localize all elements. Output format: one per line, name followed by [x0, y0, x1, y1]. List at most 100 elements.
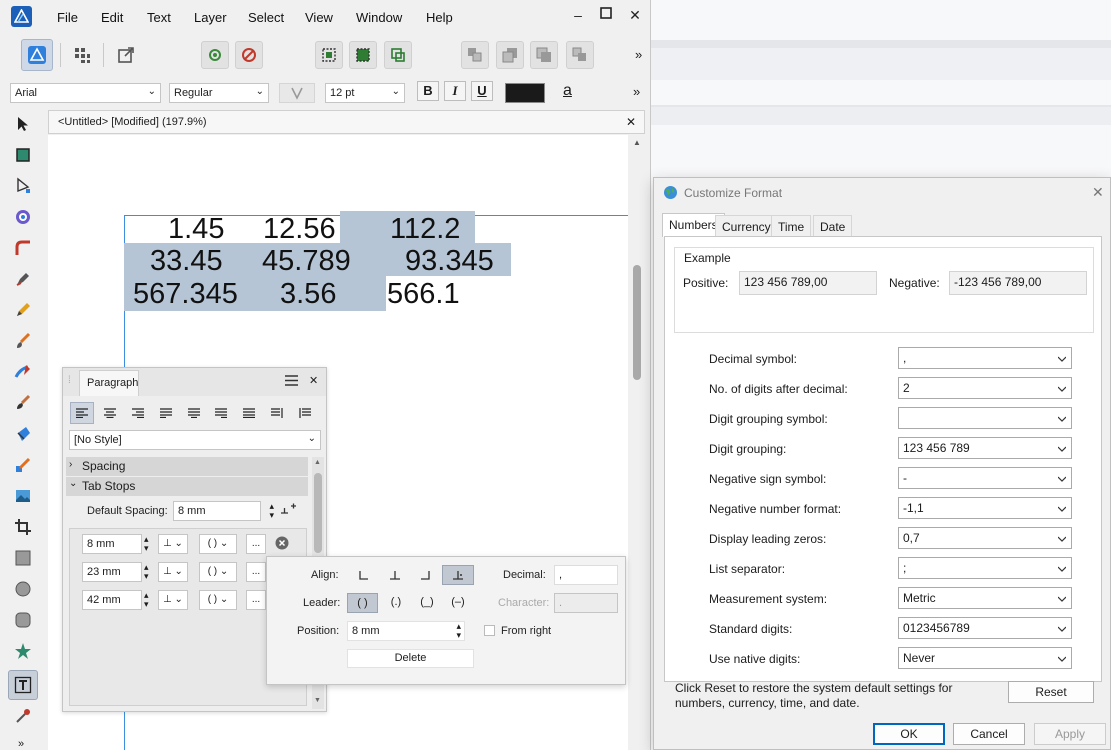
gradient-tool-icon[interactable] [11, 453, 35, 477]
move-tool-icon[interactable] [11, 112, 35, 136]
artboard-tool-icon[interactable] [11, 143, 35, 167]
default-spacing-field[interactable]: 8 mm ▴ ▾ [173, 501, 274, 521]
native-digits-select[interactable]: Never [898, 647, 1072, 669]
table-cell[interactable]: 567.345 [133, 278, 238, 310]
position-field[interactable]: 8 mm ▴ ▾ [347, 621, 465, 641]
vector-brush-tool-icon[interactable] [11, 329, 35, 353]
insert-inside-icon[interactable] [315, 41, 343, 69]
ellipse-tool-icon[interactable] [11, 577, 35, 601]
leader-dash-button[interactable]: (–) [444, 593, 472, 613]
stepper-icon[interactable]: ▴ ▾ [144, 591, 149, 609]
panel-title[interactable]: Paragraph [79, 370, 139, 396]
table-cell[interactable]: 1.45 [168, 213, 224, 245]
align-towards-spine-icon[interactable] [265, 402, 289, 424]
justify-all-icon[interactable] [237, 402, 261, 424]
rounded-rectangle-tool-icon[interactable] [11, 608, 35, 632]
tab-time[interactable]: Time [771, 215, 812, 237]
menu-file[interactable]: File [57, 10, 78, 25]
insert-behind-icon[interactable] [349, 41, 377, 69]
canvas-scrollbar[interactable]: ▲ [630, 135, 645, 750]
leader-dots-button[interactable]: (.) [382, 593, 410, 613]
bold-button[interactable]: B [417, 81, 439, 101]
move-to-front-icon[interactable] [566, 41, 594, 69]
tab-leader-select[interactable]: ( ) ⌄ [199, 534, 237, 554]
insert-top-icon[interactable] [384, 41, 412, 69]
cancel-button[interactable]: Cancel [953, 723, 1025, 745]
pen-tool-icon[interactable] [11, 267, 35, 291]
menu-window[interactable]: Window [356, 10, 402, 25]
tools-overflow-icon[interactable]: » [18, 738, 24, 750]
table-cell[interactable]: 12.56 [263, 213, 336, 245]
shape-tool-icon[interactable] [11, 639, 35, 663]
list-separator-select[interactable]: ; [898, 557, 1072, 579]
decimal-symbol-select[interactable]: , [898, 347, 1072, 369]
leading-zeros-select[interactable]: 0,7 [898, 527, 1072, 549]
color-picker-tool-icon[interactable] [11, 704, 35, 728]
snapping-icon[interactable] [201, 41, 229, 69]
justify-left-icon[interactable] [154, 402, 178, 424]
table-cell[interactable]: 93.345 [405, 245, 494, 277]
tab-date[interactable]: Date [813, 215, 853, 237]
scrollbar-thumb[interactable] [314, 473, 322, 553]
crop-tool-icon[interactable] [11, 515, 35, 539]
move-back-one-icon[interactable] [496, 41, 524, 69]
document-tab[interactable]: <Untitled> [Modified] (197.9%) ✕ [48, 110, 645, 134]
artistic-text-tool-icon[interactable] [8, 670, 38, 700]
tab-right-align-icon[interactable] [414, 566, 436, 584]
align-right-icon[interactable] [126, 402, 150, 424]
italic-button[interactable]: I [444, 81, 466, 101]
align-left-icon[interactable] [70, 402, 94, 424]
pixel-persona-icon[interactable] [68, 41, 96, 69]
tab-position-field[interactable]: 8 mm [82, 534, 142, 554]
tab-currency[interactable]: Currency [715, 215, 778, 237]
font-traits-icon[interactable] [279, 83, 315, 103]
toolbar-overflow-icon[interactable]: » [635, 47, 642, 62]
tab-position-field[interactable]: 23 mm [82, 562, 142, 582]
menu-view[interactable]: View [305, 10, 333, 25]
menu-layer[interactable]: Layer [194, 10, 227, 25]
tab-align-select[interactable]: ⊥ ⌄ [158, 534, 188, 554]
stepper-icon[interactable]: ▴ ▾ [144, 563, 149, 581]
decimal-character-field[interactable]: , [554, 565, 618, 585]
move-forward-one-icon[interactable] [530, 41, 558, 69]
leader-underscore-button[interactable]: (_) [413, 593, 441, 613]
font-family-select[interactable]: Arial ⌄ [10, 83, 161, 103]
underline-button[interactable]: U [471, 81, 493, 101]
tab-leader-select[interactable]: ( ) ⌄ [199, 590, 237, 610]
tab-decimal-align-icon[interactable] [442, 565, 474, 585]
apply-button[interactable]: Apply [1034, 723, 1106, 745]
leader-character-field[interactable]: . [554, 593, 618, 613]
context-overflow-icon[interactable]: » [633, 84, 640, 99]
paint-brush-tool-icon[interactable] [11, 391, 35, 415]
section-tab-stops[interactable]: ⌄ Tab Stops [66, 477, 308, 496]
tab-align-select[interactable]: ⊥ ⌄ [158, 590, 188, 610]
leader-none-button[interactable]: ( ) [347, 593, 378, 613]
tab-character-button[interactable]: ... [246, 590, 266, 610]
negative-number-format-select[interactable]: -1,1 [898, 497, 1072, 519]
scrollbar-thumb[interactable] [633, 265, 641, 380]
character-panel-icon[interactable]: a [563, 82, 572, 100]
section-spacing[interactable]: › Spacing [66, 457, 308, 476]
reset-button[interactable]: Reset [1008, 681, 1094, 703]
table-cell[interactable]: 33.45 [150, 245, 223, 277]
close-panel-icon[interactable]: ✕ [309, 374, 318, 387]
maximize-icon[interactable] [598, 6, 614, 22]
close-window-icon[interactable]: ✕ [627, 7, 643, 24]
table-cell[interactable]: 112.2 [390, 213, 460, 245]
move-to-back-icon[interactable] [461, 41, 489, 69]
fill-tool-icon[interactable] [11, 360, 35, 384]
tab-character-button[interactable]: ... [246, 534, 266, 554]
pencil-tool-icon[interactable] [11, 298, 35, 322]
from-right-checkbox[interactable] [484, 625, 495, 636]
delete-tab-button[interactable]: Delete [347, 649, 474, 668]
digit-grouping-symbol-select[interactable] [898, 407, 1072, 429]
standard-digits-select[interactable]: 0123456789 [898, 617, 1072, 639]
tab-center-align-icon[interactable] [384, 566, 406, 584]
add-tab-stop-icon[interactable] [280, 503, 296, 520]
align-away-from-spine-icon[interactable] [293, 402, 317, 424]
minimize-icon[interactable]: – [570, 7, 586, 23]
menu-help[interactable]: Help [426, 10, 453, 25]
align-center-icon[interactable] [98, 402, 122, 424]
close-document-icon[interactable]: ✕ [626, 115, 636, 129]
justify-center-icon[interactable] [182, 402, 206, 424]
